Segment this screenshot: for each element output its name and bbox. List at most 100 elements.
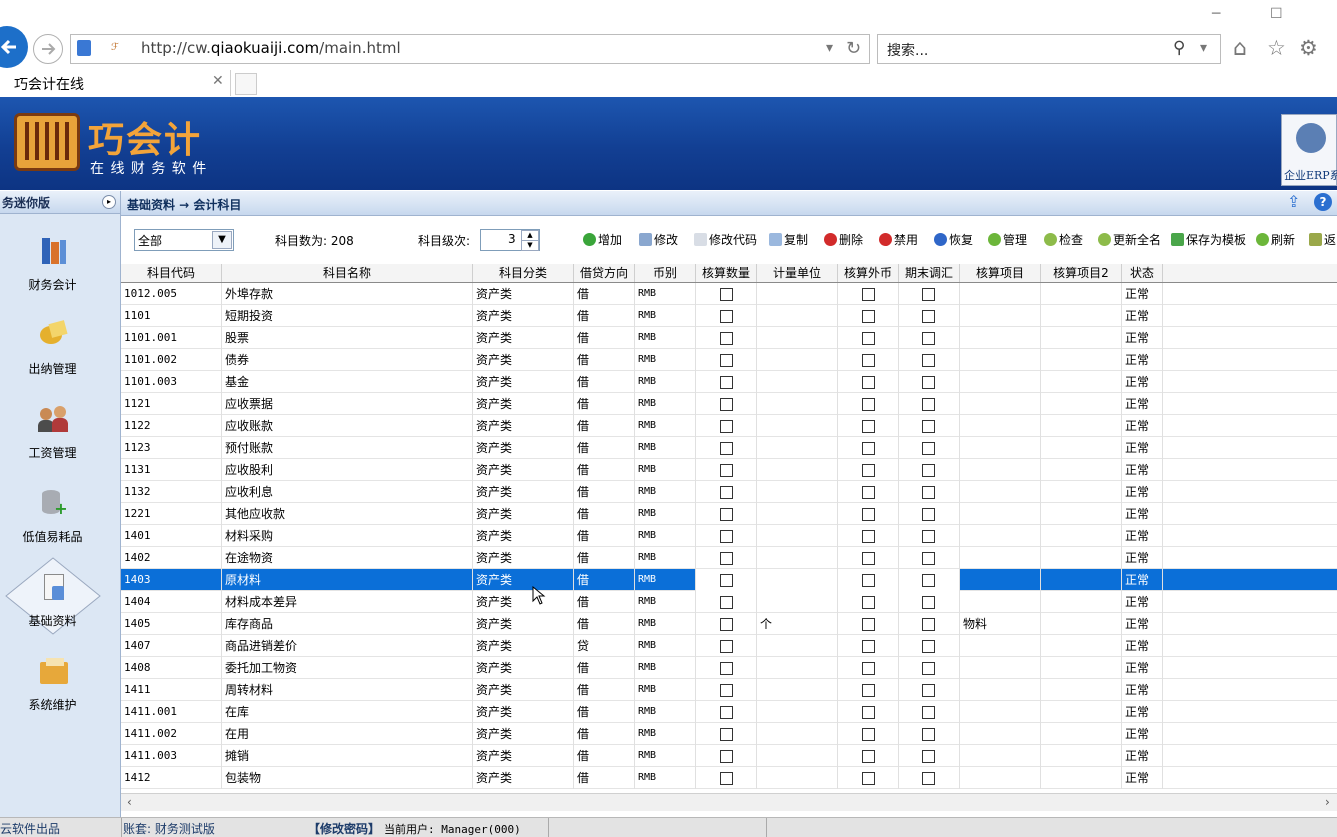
change-password-link[interactable]: 【修改密码】 bbox=[308, 820, 380, 837]
forward-button[interactable] bbox=[33, 34, 63, 64]
column-header-fx[interactable]: 核算外币 bbox=[838, 264, 899, 282]
table-row[interactable]: 1101.002 债券 资产类借 RMB 正常 bbox=[121, 349, 1337, 371]
collapse-sidebar-icon[interactable]: ▸ bbox=[102, 195, 116, 209]
checkbox[interactable] bbox=[922, 706, 935, 719]
checkbox[interactable] bbox=[922, 728, 935, 741]
checkbox[interactable] bbox=[862, 574, 875, 587]
checkbox[interactable] bbox=[720, 596, 733, 609]
checkbox[interactable] bbox=[922, 596, 935, 609]
category-select[interactable]: 全部 ▼ bbox=[134, 229, 234, 251]
table-row[interactable]: 1121 应收票据 资产类借 RMB 正常 bbox=[121, 393, 1337, 415]
table-row[interactable]: 1402 在途物资 资产类借 RMB 正常 bbox=[121, 547, 1337, 569]
checkbox[interactable] bbox=[922, 640, 935, 653]
restore-button[interactable]: 恢复 bbox=[934, 231, 973, 249]
table-row[interactable]: 1412 包装物 资产类借 RMB 正常 bbox=[121, 767, 1337, 789]
table-row[interactable]: 1101.001 股票 资产类借 RMB 正常 bbox=[121, 327, 1337, 349]
checkbox[interactable] bbox=[922, 530, 935, 543]
checkbox[interactable] bbox=[862, 332, 875, 345]
checkbox[interactable] bbox=[720, 310, 733, 323]
checkbox[interactable] bbox=[922, 662, 935, 675]
checkbox[interactable] bbox=[720, 398, 733, 411]
table-row[interactable]: 1407 商品进销差价 资产类贷 RMB 正常 bbox=[121, 635, 1337, 657]
checkbox[interactable] bbox=[720, 640, 733, 653]
checkbox[interactable] bbox=[720, 618, 733, 631]
checkbox[interactable] bbox=[862, 310, 875, 323]
back-toolbar-button[interactable]: 返 bbox=[1309, 231, 1336, 249]
checkbox[interactable] bbox=[922, 486, 935, 499]
checkbox[interactable] bbox=[720, 332, 733, 345]
checkbox[interactable] bbox=[720, 706, 733, 719]
checkbox[interactable] bbox=[862, 728, 875, 741]
table-row[interactable]: 1405 库存商品 资产类借 RMB 个 物料 正常 bbox=[121, 613, 1337, 635]
checkbox[interactable] bbox=[922, 574, 935, 587]
column-header-unit[interactable]: 计量单位 bbox=[757, 264, 838, 282]
checkbox[interactable] bbox=[922, 618, 935, 631]
checkbox[interactable] bbox=[922, 772, 935, 785]
delete-button[interactable]: 删除 bbox=[824, 231, 863, 249]
column-header-item2[interactable]: 核算项目2 bbox=[1041, 264, 1122, 282]
checkbox[interactable] bbox=[862, 684, 875, 697]
checkbox[interactable] bbox=[720, 508, 733, 521]
scroll-left-icon[interactable]: ‹ bbox=[127, 795, 132, 809]
sidebar-item-finance[interactable]: 财务会计 bbox=[0, 218, 120, 302]
checkbox[interactable] bbox=[720, 750, 733, 763]
refresh-icon[interactable]: ↻ bbox=[846, 38, 861, 59]
checkbox[interactable] bbox=[922, 508, 935, 521]
checkbox[interactable] bbox=[720, 574, 733, 587]
checkbox[interactable] bbox=[720, 442, 733, 455]
sidebar-item-payroll[interactable]: 工资管理 bbox=[0, 386, 120, 470]
checkbox[interactable] bbox=[720, 662, 733, 675]
checkbox[interactable] bbox=[720, 728, 733, 741]
column-header-item[interactable]: 核算项目 bbox=[960, 264, 1041, 282]
checkbox[interactable] bbox=[862, 772, 875, 785]
checkbox[interactable] bbox=[862, 354, 875, 367]
checkbox[interactable] bbox=[922, 354, 935, 367]
checkbox[interactable] bbox=[862, 750, 875, 763]
checkbox[interactable] bbox=[922, 464, 935, 477]
table-row[interactable]: 1411.003 摊销 资产类借 RMB 正常 bbox=[121, 745, 1337, 767]
save-template-button[interactable]: 保存为模板 bbox=[1171, 231, 1246, 249]
dropdown-arrow-icon[interactable]: ▾ bbox=[826, 40, 833, 56]
table-row[interactable]: 1132 应收利息 资产类借 RMB 正常 bbox=[121, 481, 1337, 503]
table-row[interactable]: 1123 预付账款 资产类借 RMB 正常 bbox=[121, 437, 1337, 459]
checkbox[interactable] bbox=[720, 464, 733, 477]
checkbox[interactable] bbox=[862, 596, 875, 609]
checkbox[interactable] bbox=[720, 684, 733, 697]
add-button[interactable]: 增加 bbox=[583, 231, 622, 249]
checkbox[interactable] bbox=[922, 750, 935, 763]
stepper-down-icon[interactable]: ▼ bbox=[521, 240, 539, 251]
checkbox[interactable] bbox=[862, 662, 875, 675]
checkbox[interactable] bbox=[922, 398, 935, 411]
checkbox[interactable] bbox=[922, 684, 935, 697]
update-fullname-button[interactable]: 更新全名 bbox=[1098, 231, 1161, 249]
table-row[interactable]: 1221 其他应收款 资产类借 RMB 正常 bbox=[121, 503, 1337, 525]
table-row[interactable]: 1131 应收股利 资产类借 RMB 正常 bbox=[121, 459, 1337, 481]
address-bar[interactable]: ℱ http://cw.qiaokuaiji.com/main.html ▾ ↻ bbox=[70, 34, 870, 64]
refresh-button[interactable]: 刷新 bbox=[1256, 231, 1295, 249]
sidebar-item-maintenance[interactable]: 系统维护 bbox=[0, 638, 120, 722]
checkbox[interactable] bbox=[862, 486, 875, 499]
checkbox[interactable] bbox=[720, 288, 733, 301]
edit-code-button[interactable]: 修改代码 bbox=[694, 231, 757, 249]
sidebar-item-basic-data[interactable]: 基础资料 bbox=[0, 554, 120, 638]
table-row[interactable]: 1411.001 在库 资产类借 RMB 正常 bbox=[121, 701, 1337, 723]
column-header-name[interactable]: 科目名称 bbox=[222, 264, 473, 282]
checkbox[interactable] bbox=[922, 442, 935, 455]
checkbox[interactable] bbox=[862, 420, 875, 433]
browser-tab[interactable]: 巧会计在线 ✕ bbox=[0, 70, 231, 96]
checkbox[interactable] bbox=[720, 530, 733, 543]
minimize-icon[interactable]: ─ bbox=[1212, 6, 1220, 22]
column-header-reval[interactable]: 期末调汇 bbox=[899, 264, 960, 282]
scroll-right-icon[interactable]: › bbox=[1325, 795, 1330, 809]
new-tab-button[interactable] bbox=[235, 73, 257, 95]
check-button[interactable]: 检查 bbox=[1044, 231, 1083, 249]
home-icon[interactable]: ⌂ bbox=[1233, 36, 1247, 61]
checkbox[interactable] bbox=[862, 376, 875, 389]
checkbox[interactable] bbox=[862, 398, 875, 411]
table-row[interactable]: 1012.005 外埠存款 资产类借 RMB 正常 bbox=[121, 283, 1337, 305]
column-header-direction[interactable]: 借贷方向 bbox=[574, 264, 635, 282]
table-row[interactable]: 1404 材料成本差异 资产类借 RMB 正常 bbox=[121, 591, 1337, 613]
sidebar-item-consumables[interactable]: + 低值易耗品 bbox=[0, 470, 120, 554]
checkbox[interactable] bbox=[862, 508, 875, 521]
checkbox[interactable] bbox=[862, 288, 875, 301]
